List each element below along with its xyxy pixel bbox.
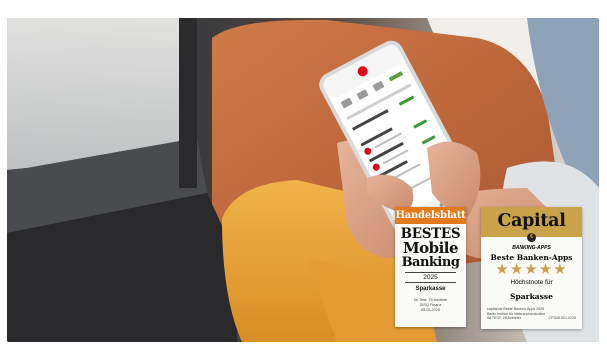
capital-seal-icon: € xyxy=(527,233,536,242)
capital-logo: Capital € xyxy=(481,207,582,242)
award-line-banking: Banking xyxy=(401,255,460,270)
handelsblatt-award-badge: Handelsblatt BESTES Mobile Banking 2025 … xyxy=(395,207,466,327)
award-fine-print-code: CP.535.001.0225 xyxy=(548,316,576,321)
capital-logo-text: Capital xyxy=(497,211,566,231)
award-line-mobile: Mobile xyxy=(402,239,459,257)
hero-image: Handelsblatt BESTES Mobile Banking 2025 … xyxy=(0,0,607,345)
award-fine-print-left: capital.de Beste Banken-Apps 2025 Berlin… xyxy=(487,307,546,321)
award-category: BANKING-APPS xyxy=(512,245,551,251)
award-institution: Sparkasse xyxy=(510,292,553,301)
capital-award-badge: Capital € BANKING-APPS Beste Banken-Apps… xyxy=(481,207,582,329)
handelsblatt-logo: Handelsblatt xyxy=(395,207,466,224)
award-rating-text: Höchstnote für xyxy=(510,279,553,286)
rating-stars-icon: ★★★★★ xyxy=(495,261,568,278)
award-institution: Sparkasse xyxy=(415,286,446,292)
award-year: 2025 xyxy=(405,272,456,283)
award-fine-print: Im Test: 75 Institute DISQ Finanz 05.03.… xyxy=(414,298,447,312)
award-fine-print: capital.de Beste Banken-Apps 2025 Berlin… xyxy=(481,301,582,321)
